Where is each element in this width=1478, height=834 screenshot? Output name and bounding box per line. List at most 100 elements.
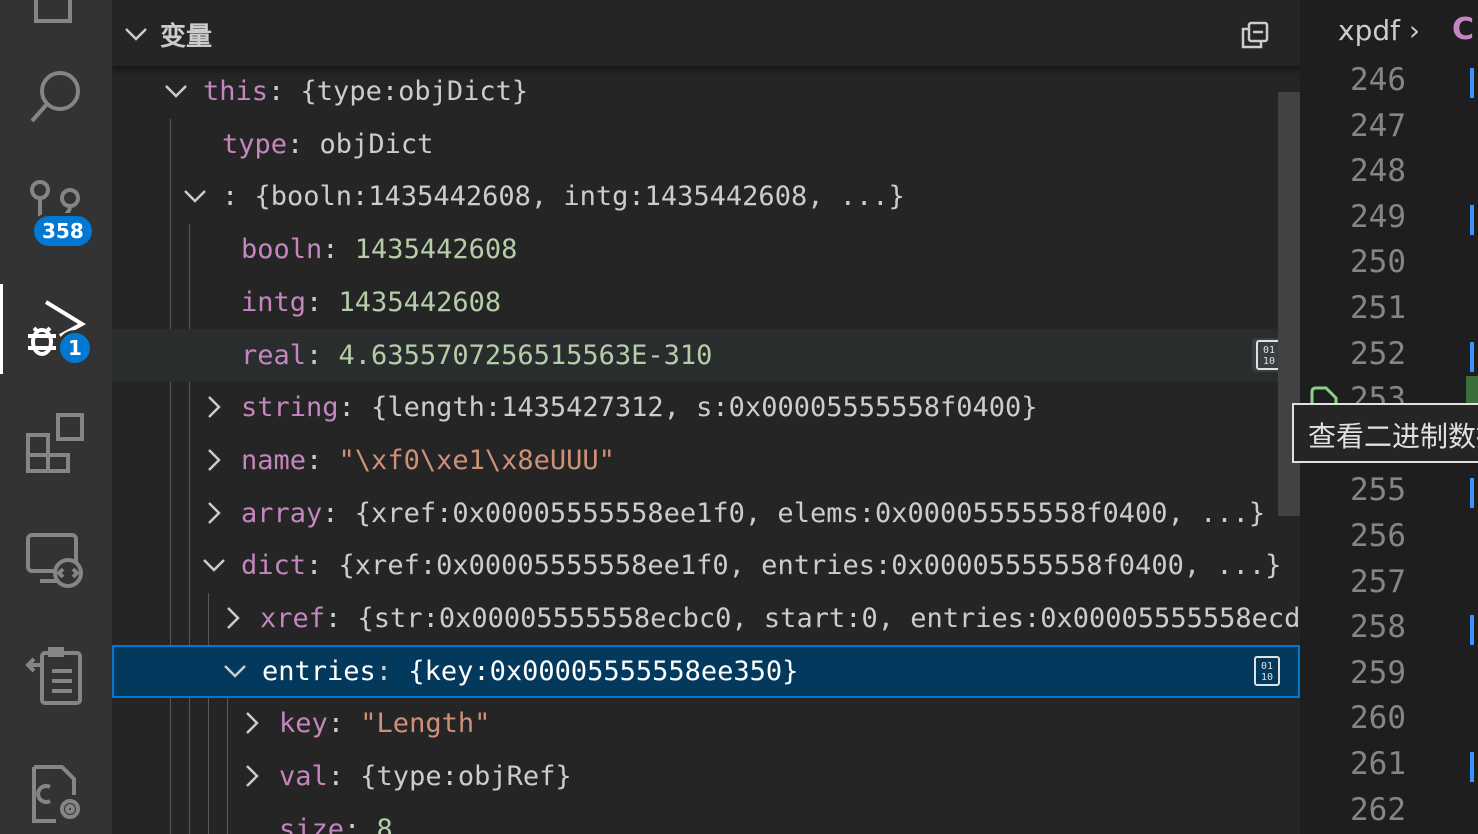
variable-separator: : [325,603,358,634]
variable-value: 1435442608 [354,234,518,266]
variable-row[interactable]: dict: {xref:0x00005555558ee1f0, entries:… [112,539,1300,592]
variable-row[interactable]: intg: 1435442608 [112,276,1300,329]
line-number: 259 [1350,654,1406,691]
line-number: 250 [1350,244,1406,281]
variable-separator: : [327,708,361,740]
breadcrumb[interactable]: xpdf › [1338,14,1420,47]
variable-row[interactable]: key: "Length" [112,697,1300,750]
code-glyph [1470,341,1474,372]
cpp-gear-icon [32,765,80,823]
variable-value: {booln:1435442608, intg:1435442608, ...} [254,181,905,213]
run-and-debug-button[interactable]: 1 [0,284,112,374]
variable-text: key: "Length" [279,697,490,750]
variable-separator: : [306,444,339,476]
variable-name: booln [241,234,323,266]
variable-separator: : [327,761,361,793]
chevron-down-icon[interactable] [202,553,226,577]
variable-text: : {booln:1435442608, intg:1435442608, ..… [222,170,905,223]
variable-name: string [241,392,339,424]
svg-text:01: 01 [1263,345,1275,356]
files-icon [34,0,72,23]
code-glyph [1470,615,1474,646]
variable-row[interactable]: string: {length:1435427312, s:0x00005555… [112,381,1300,434]
variable-row[interactable]: this: {type:objDict} [112,65,1300,118]
source-control-button[interactable]: 358 [0,166,112,256]
search-icon [30,71,80,123]
variable-row[interactable]: name: "\xf0\xe1\x8eUUU" [112,434,1300,487]
debug-badge: 1 [57,330,93,366]
variable-row[interactable]: val: {type:objRef} [112,750,1300,803]
breadcrumb-file[interactable]: C [1452,12,1474,47]
chevron-down-icon[interactable] [223,659,247,683]
variable-value: 4.6355707256515563E-310 [338,339,713,371]
variable-text: real: 4.6355707256515563E-310 [241,329,712,382]
explorer-button[interactable] [0,0,112,44]
collapse-all-icon[interactable] [1240,20,1270,50]
line-number: 256 [1350,518,1406,554]
view-binary-data-icon[interactable]: 01 10 [1250,654,1284,688]
variable-text: name: "\xf0\xe1\x8eUUU" [241,434,615,487]
remote-explorer-button[interactable] [0,516,112,606]
source-control-badge: 358 [31,213,95,249]
variable-name: dict [241,550,307,582]
variable-name: real [241,339,307,371]
variable-text: this: {type:objDict} [203,65,528,118]
variable-row[interactable]: xref: {str:0x00005555558ecbc0, start:0, … [112,592,1300,645]
variable-separator: : [344,813,377,834]
variable-name: key [279,708,328,740]
chevron-down-icon[interactable] [183,184,207,208]
variable-row[interactable]: type: objDict [112,118,1300,171]
search-button[interactable] [0,52,112,142]
variable-row[interactable]: real: 4.6355707256515563E-310 01 10 [112,328,1300,382]
copy-tool-button[interactable] [0,630,112,720]
variable-name: val [279,761,328,793]
line-number: 246 [1350,62,1406,98]
variable-value: {xref:0x00005555558ee1f0, entries:0x0000… [338,550,1282,582]
chevron-right-icon[interactable] [202,395,226,419]
variable-row[interactable]: : {booln:1435442608, intg:1435442608, ..… [112,170,1300,223]
chevron-right-icon[interactable] [221,606,245,630]
extensions-button[interactable] [0,398,112,488]
breadcrumb-folder[interactable]: xpdf [1338,14,1400,47]
variable-value: 8 [376,813,393,834]
variable-separator: : [338,392,372,424]
chevron-right-icon[interactable] [202,448,226,472]
line-number: 258 [1350,609,1406,646]
cpp-settings-button[interactable] [0,748,112,834]
variable-text: booln: 1435442608 [241,223,517,276]
chevron-down-icon[interactable] [164,79,188,103]
variable-value: {type:objRef} [360,761,572,793]
variable-separator: : [222,181,255,213]
remote-explorer-icon [26,533,83,588]
variable-name: type [222,128,288,160]
line-number: 249 [1350,198,1406,235]
code-glyph [1470,204,1474,235]
line-number: 247 [1350,107,1406,144]
variable-name: name [241,444,307,476]
chevron-right-icon[interactable] [240,711,264,735]
variable-value: {length:1435427312, s:0x00005555558f0400… [371,392,1038,424]
tooltip: 查看二进制数据 [1292,403,1478,463]
variable-separator: : [306,550,339,582]
variables-panel: 变量 this: {type:objDict} type: objDict: {b… [112,0,1300,834]
code-glyph [1470,68,1474,98]
code-glyph [1470,752,1474,782]
variables-title: 变量 [160,22,213,52]
variable-row[interactable]: booln: 1435442608 [112,223,1300,276]
variable-text: val: {type:objRef} [279,750,572,803]
chevron-right-icon[interactable] [240,764,264,788]
chevron-right-icon[interactable] [202,501,226,525]
variable-row[interactable]: array: {xref:0x00005555558ee1f0, elems:0… [112,487,1300,540]
variable-row[interactable]: size: 8 [112,803,1300,834]
variable-separator: : [375,655,409,687]
variable-name: intg [241,286,307,318]
variable-value: {xref:0x00005555558ee1f0, elems:0x000055… [354,497,1266,529]
chevron-down-icon[interactable] [124,22,148,46]
svg-text:10: 10 [1261,672,1273,683]
variable-name: array [241,497,323,529]
variables-header[interactable]: 变量 [112,0,1300,66]
variable-text: xref: {str:0x00005555558ecbc0, start:0, … [260,592,1300,645]
variable-row[interactable]: entries: {key:0x00005555558ee350} 01 10 [112,644,1300,698]
line-number: 260 [1350,700,1406,737]
clipboard-icon [25,647,82,705]
